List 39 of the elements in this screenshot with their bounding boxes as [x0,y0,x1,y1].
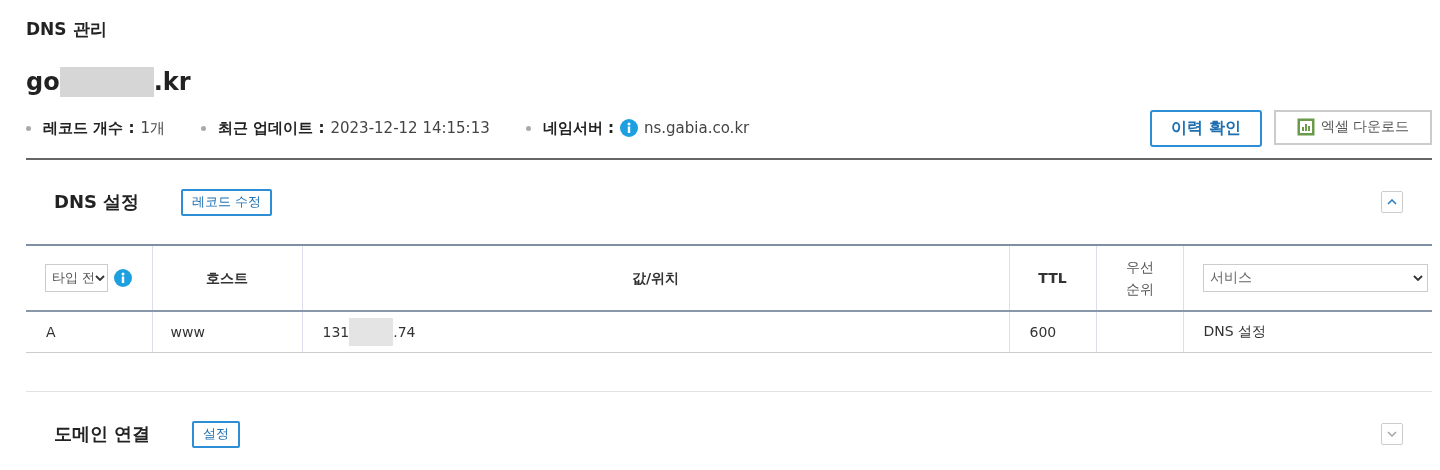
chevron-up-icon [1387,199,1397,205]
excel-download-button[interactable]: 엑셀 다운로드 [1274,109,1432,145]
collapse-toggle-button[interactable] [1381,191,1403,213]
edit-button[interactable]: 설정 [192,420,241,448]
domain-name-end: .kr [153,68,191,96]
bullet-icon [201,125,206,131]
service-filter-dropdown[interactable]: 서비스 [1202,264,1428,292]
edit-button[interactable]: 레코드 수정 [181,188,273,216]
type-filter-dropdown[interactable]: 타입 전 [45,264,108,292]
column-header: TTL [1038,268,1067,288]
chevron-down-icon [1387,431,1397,437]
page-title: DNS 관리 [26,18,108,41]
meta-label: 최근 업데이트 : [218,118,325,138]
table-cell: 131 [322,324,350,340]
bullet-icon [26,125,31,131]
domain-name-start: go [26,68,60,96]
section-title: DNS 설정 [54,190,140,214]
meta-value: 1개 [140,118,165,138]
chart-icon [1296,118,1315,136]
column-header: 우선 순위 [1125,257,1154,299]
collapse-toggle-button[interactable] [1381,423,1403,445]
table-cell: .74 [393,324,416,340]
bullet-icon [525,125,531,131]
history-button[interactable]: 이력 확인 [1150,109,1262,147]
table-cell: www [170,324,205,340]
chevron-down-icon [95,275,106,281]
table-cell: A [46,324,56,340]
section-title: 도메인 연결 [54,422,151,446]
info-icon[interactable] [620,119,638,137]
meta-label: 레코드 개수 : [43,118,135,138]
chevron-down-icon [1412,275,1423,281]
table-cell: 600 [1029,324,1057,340]
meta-value: 2023-12-12 14:15:13 [330,119,490,137]
meta-value: ns.gabia.co.kr [644,119,750,137]
table-cell: DNS 설정 [1203,323,1267,339]
info-icon[interactable] [114,269,132,287]
column-header: 호스트 [206,268,248,288]
column-header: 값/위치 [631,268,680,288]
meta-label: 네임서버 : [542,118,614,138]
